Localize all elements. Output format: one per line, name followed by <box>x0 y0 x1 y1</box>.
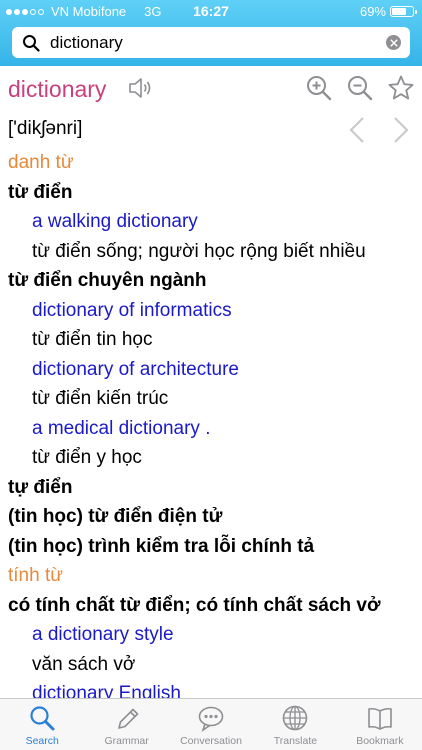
zoom-out-icon[interactable] <box>346 74 374 102</box>
battery-icon <box>390 6 417 17</box>
clear-search-button[interactable] <box>386 35 401 50</box>
example-phrase[interactable]: a dictionary style <box>0 620 422 650</box>
part-of-speech: tính từ <box>8 565 63 586</box>
sense-heading: (tin học) từ điển điện tử <box>8 506 223 527</box>
example-phrase[interactable]: dictionary of informatics <box>0 296 422 326</box>
entry-view: dictionary ['dikʃənri] danh từ từ điển a w… <box>0 66 422 698</box>
close-icon <box>389 38 398 47</box>
globe-icon <box>283 705 308 731</box>
search-bar[interactable] <box>12 27 410 58</box>
example-phrase[interactable]: dictionary English <box>0 679 422 698</box>
part-of-speech: danh từ <box>8 152 74 173</box>
previous-word-icon[interactable] <box>348 116 366 144</box>
sense-heading: (tin học) trình kiểm tra lỗi chính tả <box>8 535 315 557</box>
tab-label: Bookmark <box>356 735 404 747</box>
example-phrase[interactable]: dictionary of architecture <box>0 355 422 385</box>
tab-translate[interactable]: Translate <box>253 699 337 750</box>
speaker-icon[interactable] <box>126 74 154 102</box>
example-phrase[interactable]: a medical dictionary . <box>0 414 422 444</box>
translation: từ điển kiến trúc <box>32 388 169 409</box>
star-bookmark-icon[interactable] <box>387 74 415 102</box>
headword: dictionary <box>8 76 107 102</box>
tab-label: Conversation <box>180 735 242 747</box>
search-input[interactable] <box>50 32 370 53</box>
translation: văn sách vở <box>32 653 136 675</box>
battery-info: 69% <box>359 4 417 19</box>
zoom-in-icon[interactable] <box>305 74 333 102</box>
tab-grammar[interactable]: Grammar <box>84 699 168 750</box>
example-phrase[interactable]: a walking dictionary <box>0 207 422 237</box>
translation: từ điển tin học <box>32 329 153 350</box>
clock: 16:27 <box>193 3 229 19</box>
tab-bookmark[interactable]: Bookmark <box>338 699 422 750</box>
battery-percent: 69% <box>359 4 386 19</box>
tab-search[interactable]: Search <box>0 699 84 750</box>
sense-heading: từ điển chuyên ngành <box>8 270 207 291</box>
next-word-icon[interactable] <box>392 116 410 144</box>
header-bar: VN Mobifone 3G 16:27 69% <box>0 0 422 66</box>
chat-bubble-icon <box>198 706 224 732</box>
translation: từ điển y học <box>32 447 142 468</box>
sense-heading: tự điển <box>8 476 73 498</box>
sense-heading: có tính chất từ điển; có tính chất sách … <box>8 594 381 616</box>
translation: từ điển sống; người học rộng biết nhiều <box>32 240 366 262</box>
tab-label: Search <box>25 735 59 747</box>
search-icon <box>30 706 55 731</box>
book-icon <box>368 707 392 730</box>
definition-list: danh từ từ điển a walking dictionary từ điể… <box>0 148 422 698</box>
sense-heading: từ điển <box>8 181 73 203</box>
search-icon <box>23 34 40 52</box>
tab-conversation[interactable]: Conversation <box>169 699 253 750</box>
tab-bar: Search Grammar Conversation Translate Bookma… <box>0 698 422 750</box>
tab-label: Grammar <box>104 735 149 747</box>
pencil-icon <box>117 708 138 729</box>
pronunciation: ['dikʃənri] <box>8 118 83 139</box>
tab-label: Translate <box>273 735 318 747</box>
status-bar: VN Mobifone 3G 16:27 69% <box>0 0 422 22</box>
